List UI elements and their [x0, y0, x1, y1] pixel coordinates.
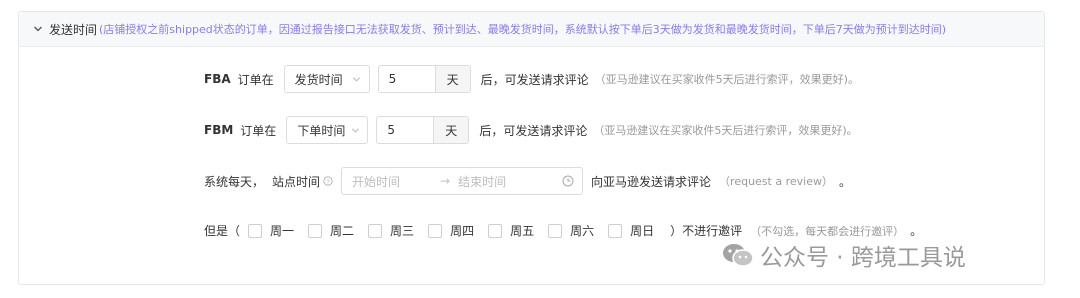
daily-end: 。 — [838, 174, 851, 189]
fbm-row: FBM 订单在 下单时间 5 天 后，可发送请求评论 （亚马逊建议在买家收件5天… — [204, 116, 858, 144]
daily-hint: （request a review） — [719, 175, 833, 188]
chevron-down-icon[interactable] — [27, 24, 49, 34]
fbm-time-select[interactable]: 下单时间 — [286, 116, 369, 144]
daily-send-text: 向亚马逊发送请求评论 — [591, 174, 712, 189]
site-time-label: 站点时间 — [272, 174, 321, 189]
checkbox-box[interactable] — [548, 223, 563, 238]
site-time-range-picker[interactable]: 开始时间 → 结束时间 — [341, 167, 584, 195]
weekday-checkbox-tue[interactable]: 周二 — [308, 222, 354, 239]
watermark: 公众号 · 跨境工具说 — [722, 238, 966, 272]
weekday-label: 周三 — [390, 224, 415, 238]
checkbox-box[interactable] — [428, 223, 443, 238]
watermark-text: 公众号 · 跨境工具说 — [760, 245, 966, 271]
fbm-after-text: 后，可发送请求评论 — [479, 123, 588, 138]
weekday-checkbox-sat[interactable]: 周六 — [548, 222, 594, 239]
weekday-label: 周二 — [330, 224, 355, 238]
daily-text: 系统每天， — [204, 174, 265, 189]
weekday-checkbox-thu[interactable]: 周四 — [428, 222, 474, 239]
panel-title: 发送时间 — [49, 22, 98, 37]
fbm-days-unit: 天 — [433, 117, 469, 143]
checkbox-box[interactable] — [368, 223, 383, 238]
fba-after-text: 后，可发送请求评论 — [480, 72, 589, 87]
weekday-checkbox-mon[interactable]: 周一 — [248, 222, 294, 239]
start-time-input[interactable]: 开始时间 — [352, 173, 432, 190]
fbm-time-select-value: 下单时间 — [297, 123, 346, 138]
help-icon[interactable]: ? — [323, 176, 333, 186]
checkbox-box[interactable] — [608, 223, 623, 238]
wechat-icon — [722, 242, 754, 268]
range-arrow: → — [440, 174, 451, 188]
fbm-days-input-group[interactable]: 5 天 — [376, 116, 470, 144]
end-time-input[interactable]: 结束时间 — [458, 173, 562, 190]
fbm-order-text: 订单在 — [240, 123, 277, 138]
fba-days-input[interactable]: 5 — [379, 66, 435, 92]
weekday-label: 周六 — [570, 224, 595, 238]
except-text: 但是（ — [204, 224, 241, 238]
weekday-label: 周日 — [630, 224, 655, 238]
fba-hint: （亚马逊建议在买家收件5天后进行索评，效果更好)。 — [594, 73, 859, 86]
weekday-checkbox-sun[interactable]: 周日 — [608, 222, 654, 239]
daily-row: 系统每天， 站点时间 ? 开始时间 → 结束时间 向亚马逊发送请求评论 （req… — [204, 167, 851, 195]
checkbox-box[interactable] — [308, 223, 323, 238]
except-hint: （不勾选，每天都会进行邀评） — [750, 224, 905, 238]
weekday-checkbox-wed[interactable]: 周三 — [368, 222, 414, 239]
fba-days-unit: 天 — [434, 66, 470, 92]
chevron-down-icon — [352, 75, 361, 84]
except-end-text: ）不进行邀评 — [670, 224, 743, 238]
checkbox-box[interactable] — [488, 223, 503, 238]
fbm-hint: （亚马逊建议在买家收件5天后进行索评，效果更好)。 — [593, 124, 858, 137]
weekday-label: 周四 — [450, 224, 475, 238]
fba-row: FBA 订单在 发货时间 5 天 后，可发送请求评论 （亚马逊建议在买家收件5天… — [204, 65, 859, 93]
fbm-days-input[interactable]: 5 — [377, 117, 433, 143]
except-end: 。 — [910, 224, 923, 238]
fbm-label: FBM — [204, 123, 234, 137]
chevron-down-icon — [351, 126, 360, 135]
panel-note: (店铺授权之前shipped状态的订单，因通过报告接口无法获取发货、预计到达、最… — [99, 23, 947, 36]
weekday-label: 周五 — [510, 224, 535, 238]
fba-days-input-group[interactable]: 5 天 — [377, 65, 471, 93]
panel-header[interactable]: 发送时间 (店铺授权之前shipped状态的订单，因通过报告接口无法获取发货、预… — [19, 12, 1044, 47]
except-row: 但是（ 周一 周二 周三 周四 周五 周六 周日 ）不进行邀评 （不勾选，每天都… — [204, 222, 922, 239]
weekday-label: 周一 — [270, 224, 295, 238]
fba-time-select[interactable]: 发货时间 — [283, 65, 370, 93]
fba-time-select-value: 发货时间 — [294, 72, 343, 87]
checkbox-box[interactable] — [248, 223, 263, 238]
fba-label: FBA — [204, 72, 231, 86]
fba-order-text: 订单在 — [237, 72, 274, 87]
weekday-checkbox-fri[interactable]: 周五 — [488, 222, 534, 239]
clock-icon — [562, 175, 574, 187]
